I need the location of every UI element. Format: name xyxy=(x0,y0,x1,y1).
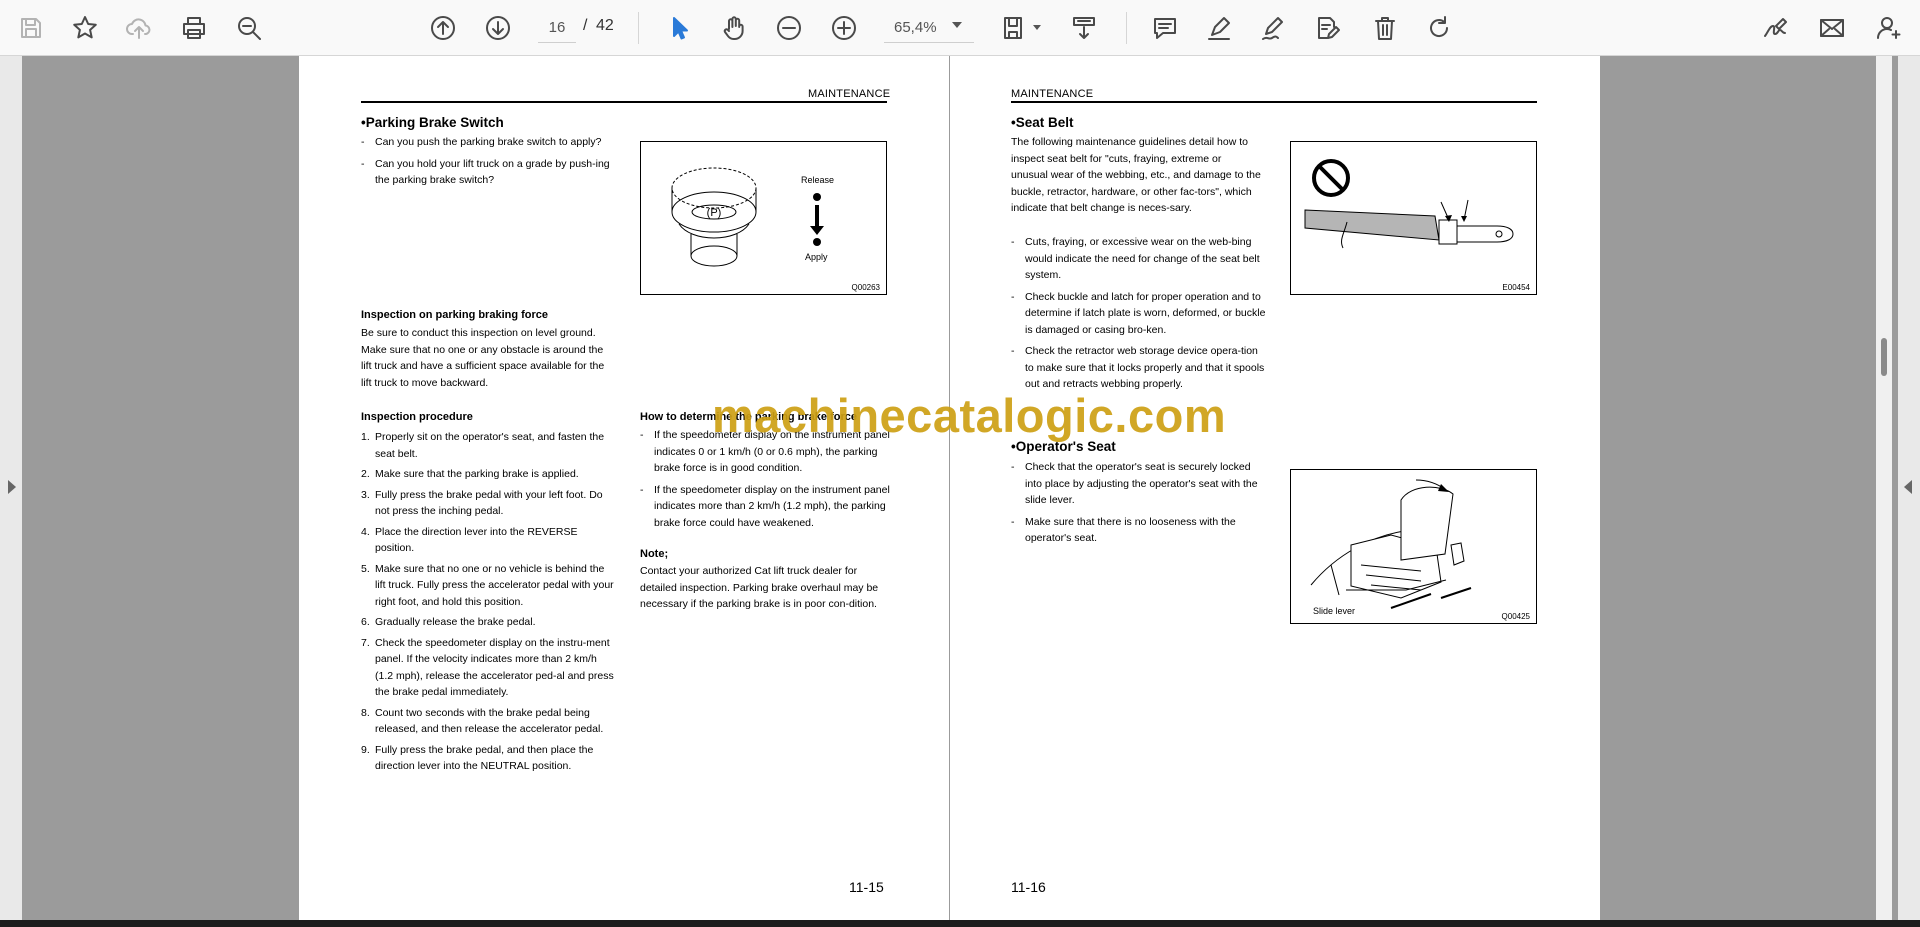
inspection-force-text: Be sure to conduct this inspection on le… xyxy=(361,327,605,389)
scrollbar-thumb[interactable] xyxy=(1881,338,1887,376)
draw-icon[interactable] xyxy=(1254,9,1292,47)
zoom-in-icon[interactable] xyxy=(825,9,863,47)
add-user-icon[interactable] xyxy=(1870,9,1908,47)
seat-belt-list: - Cuts, fraying, or excessive wear on the… xyxy=(1011,234,1266,398)
scroll-mode-icon[interactable] xyxy=(1065,9,1103,47)
list-item: - Check the retractor web storage device … xyxy=(1011,345,1265,390)
cursor-icon[interactable] xyxy=(660,9,698,47)
header-rule xyxy=(1011,101,1537,103)
list-item: - Make sure that there is no looseness wi… xyxy=(1011,515,1236,545)
star-icon[interactable] xyxy=(66,9,104,47)
expand-right-panel-icon[interactable] xyxy=(1904,480,1912,494)
mail-icon[interactable] xyxy=(1813,9,1851,47)
page-separator: / xyxy=(583,17,588,34)
trash-icon[interactable] xyxy=(1366,9,1404,47)
list-item: 1. Properly sit on the operator's seat, a… xyxy=(361,431,605,460)
list-item: 2. Make sure that the parking brake is ap… xyxy=(361,468,579,480)
running-head: MAINTENANCE xyxy=(1011,88,1094,100)
procedure-steps: 1. Properly sit on the operator's seat, a… xyxy=(361,429,616,779)
operator-seat-figure: Slide lever Q00425 xyxy=(1290,469,1537,624)
release-label: Release xyxy=(801,175,835,185)
note-text: Contact your authorized Cat lift truck d… xyxy=(640,565,879,610)
hand-icon[interactable] xyxy=(715,9,753,47)
determine-list: - If the speedometer display on the instr… xyxy=(640,427,890,536)
procedure-title: Inspection procedure xyxy=(361,411,473,423)
list-item: 5. Make sure that no one or no vehicle is… xyxy=(361,562,614,608)
zoom-dropdown-icon[interactable] xyxy=(952,22,962,28)
toolbar-divider xyxy=(1126,12,1127,44)
running-head: MAINTENANCE xyxy=(808,88,891,100)
seat-belt-illustration xyxy=(1304,159,1514,249)
parking-brake-switch-illustration: (P) xyxy=(671,167,824,267)
page-number: 11-15 xyxy=(849,879,884,895)
page-total: 42 xyxy=(596,17,614,34)
page-number-input[interactable] xyxy=(538,13,576,43)
list-item: - Check buckle and latch for proper opera… xyxy=(1011,290,1266,336)
sign-icon[interactable] xyxy=(1756,9,1794,47)
save-icon[interactable] xyxy=(12,9,50,47)
seat-belt-intro: The following maintenance guidelines det… xyxy=(1011,136,1261,214)
bottom-bar xyxy=(0,920,1920,927)
apply-label: Apply xyxy=(805,252,828,262)
list-item: - Can you push the parking brake switch t… xyxy=(361,136,602,148)
list-item: 8. Count two seconds with the brake pedal… xyxy=(361,706,604,736)
figure-code: Q00425 xyxy=(1501,612,1530,621)
list-item: 6. Gradually release the brake pedal. xyxy=(361,616,536,628)
edit-text-icon[interactable] xyxy=(1308,9,1346,47)
page-fit-icon[interactable] xyxy=(994,9,1032,47)
section-title-parking-brake: •Parking Brake Switch xyxy=(361,115,504,130)
pen-icon[interactable] xyxy=(1200,9,1238,47)
toolbar: / 42 xyxy=(0,0,1920,56)
list-item: - If the speedometer display on the instr… xyxy=(640,483,890,529)
list-item: - Cuts, fraying, or excessive wear on the… xyxy=(1011,236,1260,281)
page-number: 11-16 xyxy=(1011,879,1046,895)
watermark-text: machinecatalogic.com xyxy=(712,389,1227,442)
list-item: - Can you hold your lift truck on a grade… xyxy=(361,157,610,187)
slide-lever-label: Slide lever xyxy=(1313,606,1356,616)
document-viewer[interactable]: MAINTENANCE •Parking Brake Switch - Can y… xyxy=(0,56,1920,920)
comment-icon[interactable] xyxy=(1146,9,1184,47)
list-item: 7. Check the speedometer display on the i… xyxy=(361,636,614,699)
section-title-seat-belt: •Seat Belt xyxy=(1011,115,1074,130)
pdf-page-right: MAINTENANCE •Seat Belt The following mai… xyxy=(950,56,1600,920)
zoom-find-icon[interactable] xyxy=(230,9,268,47)
seat-belt-figure: E00454 xyxy=(1290,141,1537,295)
toolbar-divider xyxy=(638,12,639,44)
parking-symbol: (P) xyxy=(707,207,722,219)
expand-left-panel-icon[interactable] xyxy=(8,480,16,494)
pdf-page-left: MAINTENANCE •Parking Brake Switch - Can y… xyxy=(299,56,949,920)
operator-seat-list: - Check that the operator's seat is secur… xyxy=(1011,459,1266,552)
list-item: 9. Fully press the brake pedal, and then … xyxy=(361,743,594,773)
parking-brake-switch-figure: (P) Release Apply Q00263 xyxy=(640,141,887,295)
arrow-up-circle-icon[interactable] xyxy=(424,9,462,47)
rotate-icon[interactable] xyxy=(1420,9,1458,47)
zoom-level-input[interactable] xyxy=(884,13,974,43)
vertical-scrollbar[interactable] xyxy=(1876,56,1892,920)
note-title: Note; xyxy=(640,548,669,560)
operator-seat-illustration xyxy=(1310,479,1472,609)
page-fit-dropdown-icon[interactable] xyxy=(1033,25,1041,30)
list-item: - Check that the operator's seat is secur… xyxy=(1011,461,1258,506)
parking-brake-intro-list: - Can you push the parking brake switch t… xyxy=(361,134,616,194)
zoom-out-icon[interactable] xyxy=(770,9,808,47)
cloud-upload-icon[interactable] xyxy=(120,9,158,47)
figure-code: E00454 xyxy=(1502,283,1530,292)
inspection-force-title: Inspection on parking braking force xyxy=(361,309,549,321)
figure-code: Q00263 xyxy=(851,283,880,292)
header-rule xyxy=(361,101,887,103)
list-item: 3. Fully press the brake pedal with your … xyxy=(361,488,603,518)
arrow-down-circle-icon[interactable] xyxy=(479,9,517,47)
print-icon[interactable] xyxy=(175,9,213,47)
list-item: 4. Place the direction lever into the REV… xyxy=(361,525,578,555)
